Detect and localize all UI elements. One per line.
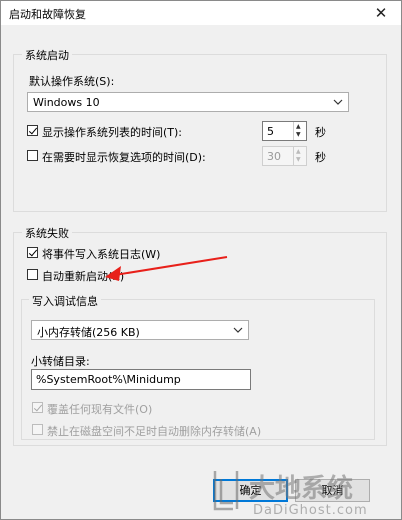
auto-restart-checkbox[interactable] [27, 269, 38, 280]
stepper-up-icon[interactable]: ▲ [296, 124, 301, 130]
chevron-down-icon [333, 99, 343, 105]
debug-info-group-label: 写入调试信息 [29, 293, 101, 309]
startup-recovery-dialog: 启动和故障恢复 ✕ 系统启动 默认操作系统(S): Windows 10 显示操… [0, 0, 402, 520]
show-recovery-time-value: 30 [267, 150, 281, 163]
red-arrow-annotation [105, 256, 228, 281]
show-os-list-unit: 秒 [315, 126, 326, 139]
dump-type-value: 小内存转储(256 KB) [37, 326, 140, 339]
dump-dir-field[interactable]: %SystemRoot%\Minidump [31, 369, 251, 390]
show-os-list-checkbox[interactable] [27, 125, 38, 136]
show-recovery-checkbox[interactable] [27, 150, 38, 161]
svg-text:DaDiGhost.com: DaDiGhost.com [253, 503, 368, 517]
disable-low-disk-label: 禁止在磁盘空间不足时自动删除内存转储(A) [47, 425, 262, 438]
write-event-log-checkbox[interactable] [27, 247, 38, 258]
watermark-logo: 大地系统 DaDiGhost.com [213, 471, 368, 517]
overwrite-checkbox[interactable] [32, 402, 43, 413]
stepper-up-icon[interactable]: ▲ [296, 149, 301, 155]
stepper-arrows[interactable]: ▲ ▼ [293, 147, 306, 165]
stepper-down-icon[interactable]: ▼ [296, 132, 301, 138]
show-os-list-label: 显示操作系统列表的时间(T): [42, 126, 183, 139]
show-os-list-time-stepper[interactable]: 5 ▲ ▼ [262, 121, 307, 141]
show-recovery-unit: 秒 [315, 151, 326, 164]
default-os-select[interactable]: Windows 10 [27, 92, 349, 112]
chevron-down-icon [233, 327, 243, 333]
overwrite-label: 覆盖任何现有文件(O) [47, 403, 153, 416]
show-os-list-time-value: 5 [267, 125, 274, 138]
title-bar: 启动和故障恢复 ✕ [1, 1, 401, 25]
default-os-label: 默认操作系统(S): [29, 75, 115, 88]
dump-type-select[interactable]: 小内存转储(256 KB) [31, 320, 249, 340]
close-icon[interactable]: ✕ [367, 2, 395, 24]
dump-dir-value: %SystemRoot%\Minidump [36, 373, 181, 386]
svg-text:大地系统: 大地系统 [249, 473, 353, 504]
disable-low-disk-checkbox[interactable] [32, 424, 43, 435]
show-recovery-time-stepper[interactable]: 30 ▲ ▼ [262, 146, 307, 166]
dump-dir-label: 小转储目录: [31, 355, 90, 368]
default-os-value: Windows 10 [33, 96, 100, 109]
window-title: 启动和故障恢复 [9, 8, 86, 21]
stepper-arrows[interactable]: ▲ ▼ [293, 122, 306, 140]
system-startup-group-label: 系统启动 [22, 47, 72, 63]
stepper-down-icon[interactable]: ▼ [296, 157, 301, 163]
system-failure-group-label: 系统失败 [22, 225, 72, 241]
show-recovery-label: 在需要时显示恢复选项的时间(D): [42, 151, 206, 164]
